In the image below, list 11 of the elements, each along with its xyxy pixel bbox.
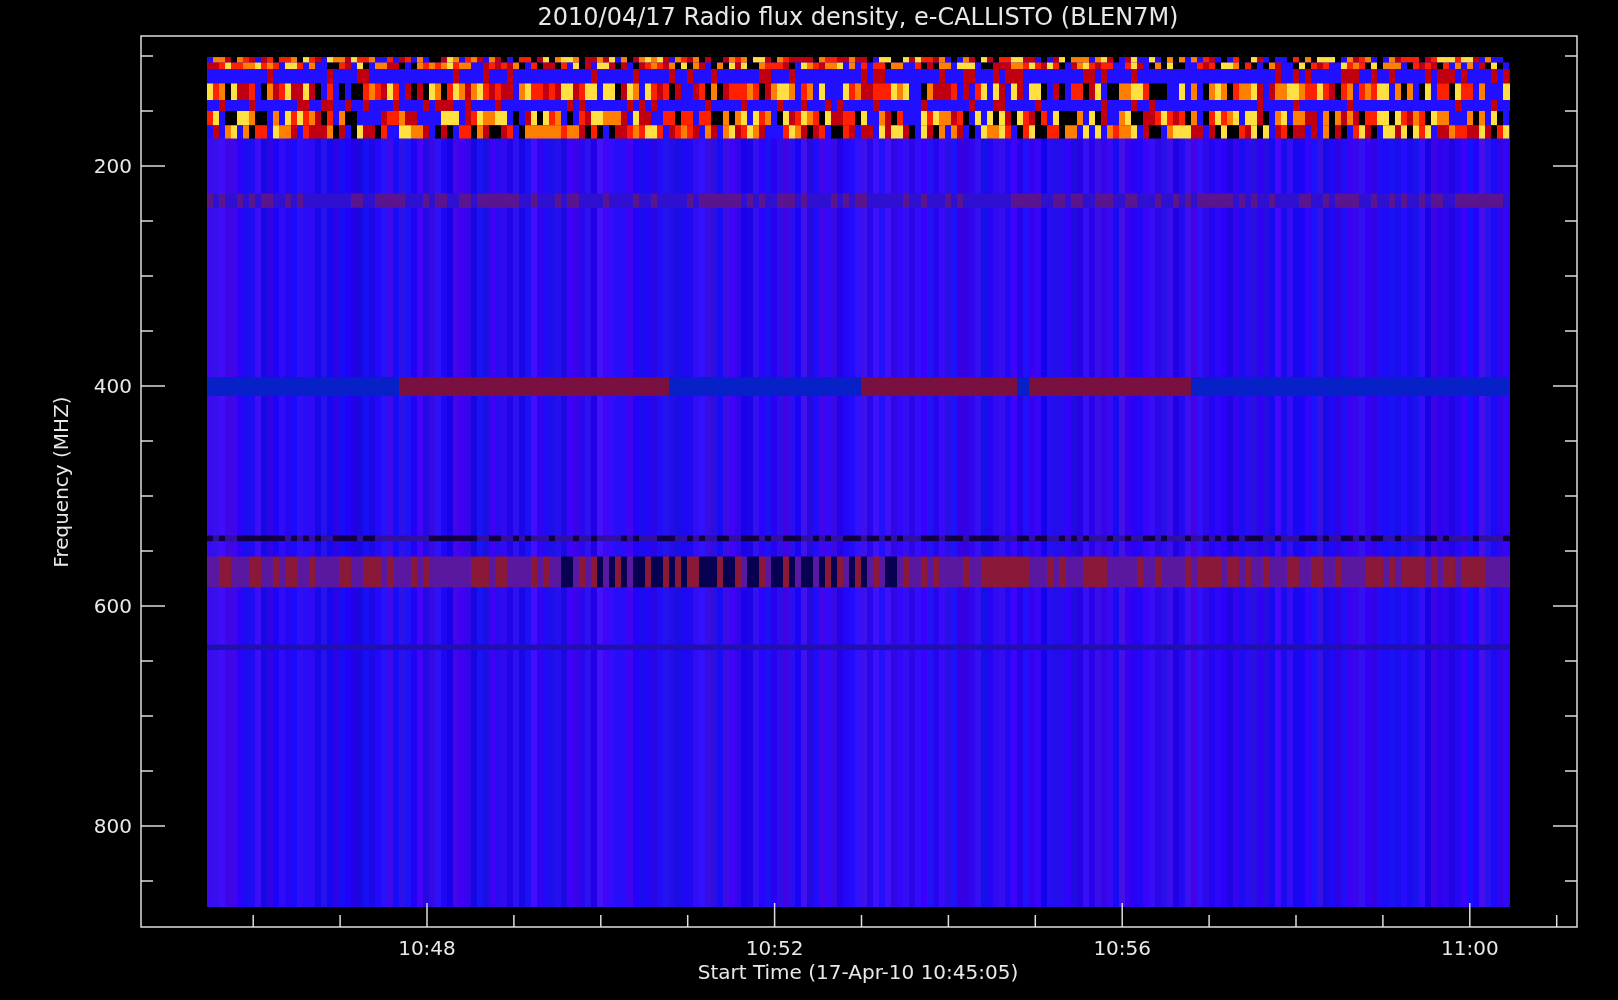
y-tick-label: 600 (93, 594, 132, 618)
x-tick-label: 10:56 (1093, 936, 1151, 960)
x-tick-label: 11:00 (1441, 936, 1499, 960)
chart-title: 2010/04/17 Radio flux density, e-CALLISTO (BLEN7M) (537, 3, 1179, 31)
y-tick-label: 400 (93, 374, 132, 398)
y-axis-label: Frequency (MHZ) (49, 396, 73, 568)
y-tick-label: 800 (93, 814, 132, 838)
x-tick-label: 10:48 (398, 936, 456, 960)
x-tick-label: 10:52 (745, 936, 804, 960)
y-tick-label: 200 (93, 154, 132, 178)
x-axis-label: Start Time (17-Apr-10 10:45:05) (697, 960, 1019, 984)
